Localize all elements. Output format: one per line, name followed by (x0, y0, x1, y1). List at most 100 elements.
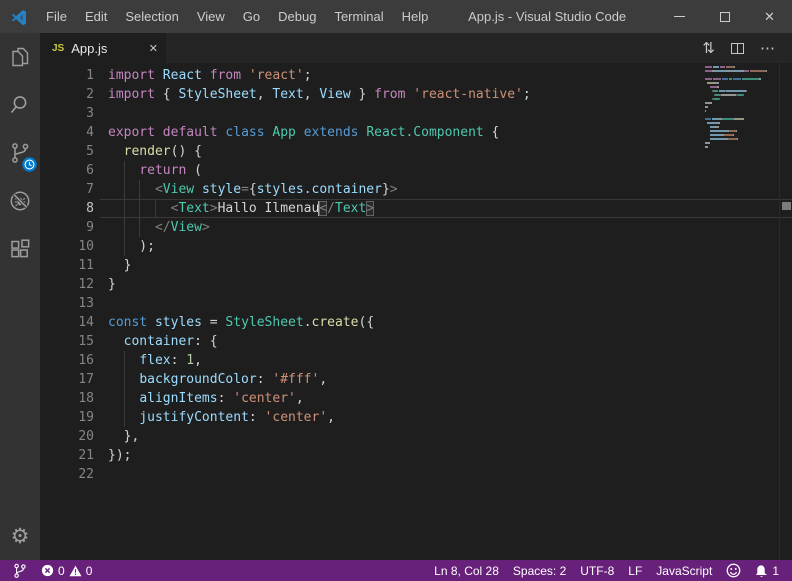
code-text: }, (108, 427, 139, 446)
minimap[interactable] (705, 66, 777, 154)
line-number: 19 (40, 408, 94, 427)
code-text: alignItems: 'center', (108, 389, 304, 408)
code-line[interactable]: 5 render() { (40, 142, 792, 161)
code-line[interactable]: 8 <Text>Hallo Ilmenau</Text> (40, 199, 792, 218)
cursor-position-status[interactable]: Ln 8, Col 28 (427, 560, 506, 581)
line-number: 4 (40, 123, 94, 142)
line-number: 14 (40, 313, 94, 332)
code-line[interactable]: 20 }, (40, 427, 792, 446)
code-line[interactable]: 3 (40, 104, 792, 123)
sidebar-item-explorer[interactable] (0, 33, 40, 81)
minimize-button[interactable] (657, 0, 702, 33)
code-line[interactable]: 1import React from 'react'; (40, 66, 792, 85)
minimap-line (705, 106, 777, 108)
minimap-line (705, 94, 777, 96)
code-line[interactable]: 9 </View> (40, 218, 792, 237)
code-line[interactable]: 14 const styles = StyleSheet.create({ (40, 313, 792, 332)
warning-count: 0 (86, 564, 93, 578)
split-editor-button[interactable] (723, 43, 752, 54)
more-actions-icon[interactable]: ⋯ (752, 39, 784, 57)
minimap-line (705, 90, 777, 92)
gear-icon: ⚙ (11, 524, 30, 548)
close-window-button[interactable]: ✕ (747, 0, 792, 33)
sync-icon[interactable]: ⇅ (694, 39, 723, 57)
minimap-line (705, 82, 777, 84)
code-line[interactable]: 7 <View style={styles.container}> (40, 180, 792, 199)
code-line[interactable]: 18 alignItems: 'center', (40, 389, 792, 408)
code-line[interactable]: 12} (40, 275, 792, 294)
feedback-smiley-button[interactable] (719, 560, 748, 581)
sidebar-item-debug[interactable] (0, 177, 40, 225)
line-number: 9 (40, 218, 94, 237)
overview-cursor-marker (782, 202, 791, 210)
code-text: </View> (108, 218, 210, 237)
maximize-button[interactable] (702, 0, 747, 33)
code-line[interactable]: 10 ); (40, 237, 792, 256)
menu-item-file[interactable]: File (37, 0, 76, 33)
minimap-line (705, 70, 777, 72)
code-line[interactable]: 6 return ( (40, 161, 792, 180)
menu-item-view[interactable]: View (188, 0, 234, 33)
minimap-line (705, 66, 777, 68)
code-line[interactable]: 22 (40, 465, 792, 484)
code-text: } (108, 256, 131, 275)
minimap-line (705, 138, 777, 140)
status-bar-right: Ln 8, Col 28 Spaces: 2 UTF-8 LF JavaScri… (427, 560, 786, 581)
menu-item-go[interactable]: Go (234, 0, 269, 33)
code-line[interactable]: 16 flex: 1, (40, 351, 792, 370)
language-mode-status[interactable]: JavaScript (649, 560, 719, 581)
menu-item-selection[interactable]: Selection (116, 0, 187, 33)
code-text: const styles = StyleSheet.create({ (108, 313, 374, 332)
menu-item-debug[interactable]: Debug (269, 0, 325, 33)
code-text: flex: 1, (108, 351, 202, 370)
editor[interactable]: 1import React from 'react';2import { Sty… (40, 63, 792, 560)
code-line[interactable]: 15 container: { (40, 332, 792, 351)
debug-icon (8, 189, 32, 213)
encoding-status[interactable]: UTF-8 (573, 560, 621, 581)
sidebar-item-source-control[interactable] (0, 129, 40, 177)
code-line[interactable]: 19 justifyContent: 'center', (40, 408, 792, 427)
problems-status[interactable]: 0 0 (34, 560, 99, 581)
title-bar: File Edit Selection View Go Debug Termin… (0, 0, 792, 33)
indent-guide (155, 199, 156, 218)
line-number: 20 (40, 427, 94, 446)
git-branch-status[interactable] (6, 560, 34, 581)
explorer-icon (8, 45, 32, 69)
sidebar-item-settings[interactable]: ⚙ (0, 512, 40, 560)
sidebar-item-extensions[interactable] (0, 225, 40, 273)
menu-item-terminal[interactable]: Terminal (325, 0, 392, 33)
eol-status[interactable]: LF (621, 560, 649, 581)
code-text: <View style={styles.container}> (108, 180, 398, 199)
tab-appjs[interactable]: JS App.js ✕ (40, 33, 166, 63)
menu-item-help[interactable]: Help (393, 0, 438, 33)
line-number: 18 (40, 389, 94, 408)
code-line[interactable]: 17 backgroundColor: '#fff', (40, 370, 792, 389)
error-icon (41, 564, 54, 577)
tab-close-icon[interactable]: ✕ (149, 42, 158, 55)
code-line[interactable]: 11 } (40, 256, 792, 275)
code-line[interactable]: 4 export default class App extends React.… (40, 123, 792, 142)
line-number: 21 (40, 446, 94, 465)
indent-guide (124, 199, 125, 218)
notification-count: 1 (772, 564, 779, 578)
menu-item-edit[interactable]: Edit (76, 0, 116, 33)
code-text: }); (108, 446, 131, 465)
scrollbar[interactable] (779, 63, 792, 560)
indent-guide (124, 389, 125, 408)
minimap-line (705, 122, 777, 124)
bell-icon (755, 564, 768, 578)
minimap-line (705, 150, 777, 152)
code-line[interactable]: 2import { StyleSheet, Text, View } from … (40, 85, 792, 104)
notifications-button[interactable]: 1 (748, 560, 786, 581)
indent-guide (124, 370, 125, 389)
line-number: 2 (40, 85, 94, 104)
minimap-line (705, 134, 777, 136)
code-line[interactable]: 13 (40, 294, 792, 313)
code-text: import React from 'react'; (108, 66, 312, 85)
sidebar-item-search[interactable] (0, 81, 40, 129)
javascript-file-icon: JS (52, 43, 64, 54)
code-text: export default class App extends React.C… (108, 123, 499, 142)
indentation-status[interactable]: Spaces: 2 (506, 560, 573, 581)
code-line[interactable]: 21}); (40, 446, 792, 465)
code-text: <Text>Hallo Ilmenau</Text> (108, 199, 374, 218)
